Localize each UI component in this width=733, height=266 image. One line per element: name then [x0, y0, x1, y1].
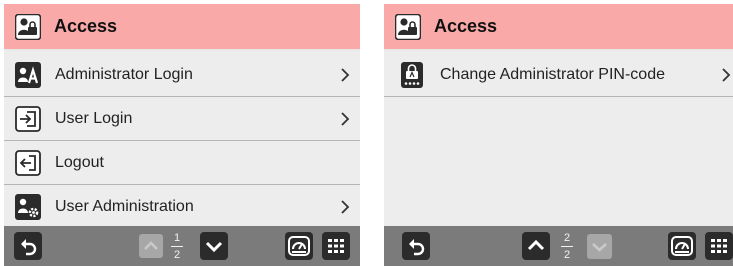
- page-current: 2: [563, 231, 571, 244]
- logout-icon: [15, 150, 41, 176]
- login-icon: [15, 106, 41, 132]
- chevron-right-icon: [722, 68, 731, 82]
- previous-page-button[interactable]: [139, 234, 163, 258]
- page-total: 2: [563, 248, 571, 261]
- header-bar: Access: [384, 4, 733, 51]
- page-indicator: 1 2: [168, 230, 186, 262]
- page-divider: [171, 245, 183, 247]
- menu-item-change-administrator-pin-code[interactable]: Change Administrator PIN-code: [384, 53, 733, 97]
- menu-list: Change Administrator PIN-code: [384, 53, 733, 97]
- menu-list: Administrator Login User Login Logout Us…: [4, 53, 360, 229]
- previous-page-button[interactable]: [522, 232, 550, 260]
- footer-bar: 2 2: [384, 226, 733, 266]
- menu-item-label: Logout: [55, 153, 104, 171]
- menu-grid-button[interactable]: [322, 232, 350, 260]
- page-divider: [561, 245, 573, 247]
- menu-item-administrator-login[interactable]: Administrator Login: [4, 53, 360, 97]
- page-title: Access: [54, 16, 118, 36]
- page-indicator: 2 2: [558, 230, 576, 262]
- menu-item-user-login[interactable]: User Login: [4, 97, 360, 141]
- next-page-button[interactable]: [587, 234, 612, 259]
- user-lock-icon: [15, 13, 41, 40]
- user-lock-icon: [395, 13, 421, 40]
- back-button[interactable]: [402, 232, 430, 260]
- menu-item-user-administration[interactable]: User Administration: [4, 185, 360, 229]
- dashboard-button[interactable]: [285, 232, 313, 260]
- chevron-right-icon: [341, 112, 350, 126]
- page-total: 2: [173, 248, 181, 261]
- footer-bar: 1 2: [4, 226, 360, 266]
- page-title: Access: [434, 16, 498, 36]
- dashboard-button[interactable]: [668, 232, 696, 260]
- back-button[interactable]: [14, 232, 42, 260]
- menu-item-logout[interactable]: Logout: [4, 141, 360, 185]
- access-screen-page-2: Access Change Administrator PIN-code 2 2: [384, 4, 733, 266]
- pin-code-icon: [401, 62, 423, 88]
- admin-login-icon: [15, 62, 41, 88]
- page-current: 1: [173, 231, 181, 244]
- chevron-right-icon: [341, 68, 350, 82]
- header-bar: Access: [4, 4, 360, 51]
- menu-item-label: User Login: [55, 109, 133, 127]
- next-page-button[interactable]: [200, 232, 228, 260]
- menu-item-label: User Administration: [55, 198, 194, 215]
- chevron-right-icon: [341, 200, 350, 214]
- menu-item-label: Change Administrator PIN-code: [440, 65, 665, 83]
- access-screen-page-1: Access Administrator Login User Login Lo…: [4, 4, 360, 266]
- menu-item-label: Administrator Login: [55, 65, 193, 83]
- user-admin-icon: [15, 194, 41, 220]
- menu-grid-button[interactable]: [705, 232, 733, 260]
